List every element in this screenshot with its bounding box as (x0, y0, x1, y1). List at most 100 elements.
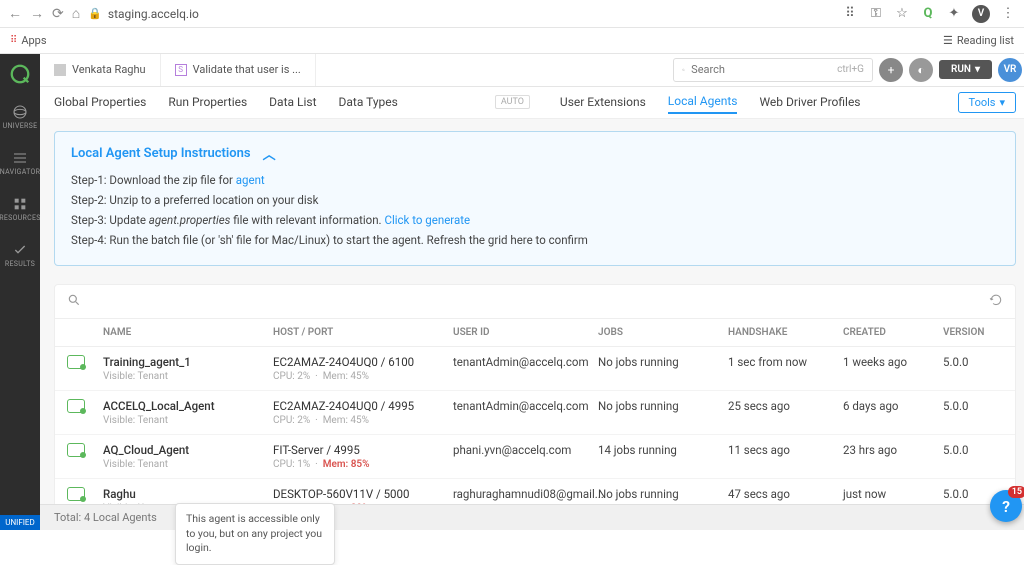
clock-button[interactable]: ◐ (909, 58, 933, 82)
col-user[interactable]: USER ID (453, 327, 598, 338)
agent-host: FIT-Server / 4995 (273, 443, 453, 457)
rail-universe[interactable]: UNIVERSE (0, 94, 40, 140)
agent-version: 5.0.0 (943, 443, 1003, 457)
instruction-step-4: Step-4: Run the batch file (or 'sh' file… (71, 233, 999, 247)
table-header: NAME HOST / PORT USER ID JOBS HANDSHAKE … (55, 319, 1015, 347)
agent-visibility: Visible: Tenant (103, 415, 273, 426)
agent-version: 5.0.0 (943, 399, 1003, 413)
rail-navigator[interactable]: NAVIGATOR (0, 140, 40, 186)
browser-toolbar: ← → ⟳ ⌂ 🔒 staging.accelq.io ⠿ ⚿ ☆ Q ✦ V … (0, 0, 1024, 28)
auto-badge: AUTO (495, 95, 530, 109)
agent-name: Training_agent_1 (103, 355, 273, 369)
apps-icon: ⠿ (10, 35, 17, 46)
instruction-step-2: Step-2: Unzip to a preferred location on… (71, 193, 999, 207)
agent-host: EC2AMAZ-24O4UQ0 / 4995 (273, 399, 453, 413)
agent-version: 5.0.0 (943, 355, 1003, 369)
tab-data-types[interactable]: Data Types (339, 91, 398, 113)
help-count-badge: 15 (1008, 486, 1024, 498)
col-hand[interactable]: HANDSHAKE (728, 327, 843, 338)
visibility-tooltip: This agent is accessible only to you, bu… (175, 503, 335, 565)
tab-webdriver[interactable]: Web Driver Profiles (759, 91, 860, 113)
grid-icon (54, 64, 66, 76)
lock-icon: 🔒 (88, 7, 102, 20)
agent-jobs: 14 jobs running (598, 443, 728, 457)
instructions-title: Local Agent Setup Instructions (71, 146, 251, 161)
agent-status-icon (67, 355, 85, 369)
star-icon[interactable]: ☆ (894, 6, 910, 22)
agent-resources: CPU: 2% · Mem: 45% (273, 371, 453, 382)
home-icon[interactable]: ⌂ (72, 5, 80, 22)
url-text: staging.accelq.io (108, 7, 199, 21)
translate-icon[interactable]: ⠿ (842, 6, 858, 22)
tab-user[interactable]: Venkata Raghu (40, 54, 161, 86)
agent-jobs: No jobs running (598, 399, 728, 413)
help-button[interactable]: ? 15 (990, 490, 1022, 522)
collapse-icon[interactable]: ︿ (263, 144, 276, 163)
col-ver[interactable]: VERSION (943, 327, 1003, 338)
agent-user: tenantAdmin@accelq.com (453, 355, 598, 369)
add-button[interactable]: + (879, 58, 903, 82)
forward-icon[interactable]: → (30, 5, 44, 22)
agent-resources: CPU: 1% · Mem: 85% (273, 459, 453, 470)
search-shortcut: ctrl+G (837, 64, 864, 75)
key-icon[interactable]: ⚿ (868, 6, 884, 22)
refresh-icon[interactable] (989, 293, 1003, 310)
agent-handshake: 1 sec from now (728, 355, 843, 369)
q-ext-icon[interactable]: Q (920, 6, 936, 22)
tab-data-list[interactable]: Data List (269, 91, 316, 113)
table-row[interactable]: Training_agent_1 Visible: Tenant EC2AMAZ-… (55, 347, 1015, 391)
agent-created: just now (843, 487, 943, 501)
reading-list-button[interactable]: ☰ Reading list (943, 34, 1014, 47)
chevron-down-icon: ▾ (975, 64, 980, 75)
tab-scenario[interactable]: S Validate that user is ... (161, 54, 316, 86)
table-search-icon[interactable] (67, 293, 81, 310)
tab-global-props[interactable]: Global Properties (54, 91, 146, 113)
user-avatar[interactable]: VR (998, 58, 1022, 82)
agent-jobs: No jobs running (598, 487, 728, 501)
agents-table: NAME HOST / PORT USER ID JOBS HANDSHAKE … (54, 284, 1016, 524)
col-jobs[interactable]: JOBS (598, 327, 728, 338)
rail-results[interactable]: RESULTS (0, 232, 40, 278)
workspace-tabs: Venkata Raghu S Validate that user is ..… (40, 54, 1024, 87)
tab-run-props[interactable]: Run Properties (168, 91, 247, 113)
global-search[interactable]: ctrl+G (673, 58, 873, 82)
list-icon: ☰ (943, 34, 953, 47)
menu-icon[interactable]: ⋮ (1000, 6, 1016, 22)
agent-user: raghuraghamnudi08@gmail... (453, 487, 598, 501)
back-icon[interactable]: ← (8, 5, 22, 22)
tab-user-ext[interactable]: User Extensions (560, 91, 646, 113)
agent-host: EC2AMAZ-24O4UQ0 / 6100 (273, 355, 453, 369)
col-created[interactable]: CREATED (843, 327, 943, 338)
agent-status-icon (67, 487, 85, 501)
puzzle-icon[interactable]: ✦ (946, 6, 962, 22)
generate-link[interactable]: Click to generate (384, 213, 470, 227)
tools-button[interactable]: Tools▾ (958, 92, 1016, 113)
address-bar[interactable]: 🔒 staging.accelq.io (88, 7, 834, 21)
agent-visibility: Visible: Tenant (103, 459, 273, 470)
col-host[interactable]: HOST / PORT (273, 327, 453, 338)
agent-link[interactable]: agent (236, 173, 265, 187)
table-row[interactable]: ACCELQ_Local_AgentVisible: Tenant EC2AMA… (55, 391, 1015, 435)
agent-visibility: Visible: Tenant (103, 371, 273, 382)
profile-avatar[interactable]: V (972, 5, 990, 23)
reload-icon[interactable]: ⟳ (52, 6, 64, 22)
search-input[interactable] (691, 63, 831, 76)
resource-tabs: Global Properties Run Properties Data Li… (40, 87, 1024, 120)
agent-created: 1 weeks ago (843, 355, 943, 369)
agent-user: phani.yvn@accelq.com (453, 443, 598, 457)
agent-user: tenantAdmin@accelq.com (453, 399, 598, 413)
apps-button[interactable]: ⠿ Apps (10, 34, 47, 47)
rail-resources[interactable]: RESOURCES (0, 186, 40, 232)
run-button[interactable]: RUN▾ (939, 60, 992, 79)
agent-handshake: 25 secs ago (728, 399, 843, 413)
col-name[interactable]: NAME (103, 327, 273, 338)
agent-handshake: 11 secs ago (728, 443, 843, 457)
setup-instructions: Local Agent Setup Instructions ︿ Step-1:… (54, 131, 1016, 266)
agent-name: AQ_Cloud_Agent (103, 443, 273, 457)
scenario-icon: S (175, 64, 187, 76)
agent-status-icon (67, 443, 85, 457)
table-row[interactable]: AQ_Cloud_Agent Visible: Tenant FIT-Server… (55, 435, 1015, 479)
app-logo[interactable] (0, 54, 40, 94)
tab-local-agents[interactable]: Local Agents (668, 90, 738, 114)
chevron-down-icon: ▾ (999, 96, 1005, 109)
